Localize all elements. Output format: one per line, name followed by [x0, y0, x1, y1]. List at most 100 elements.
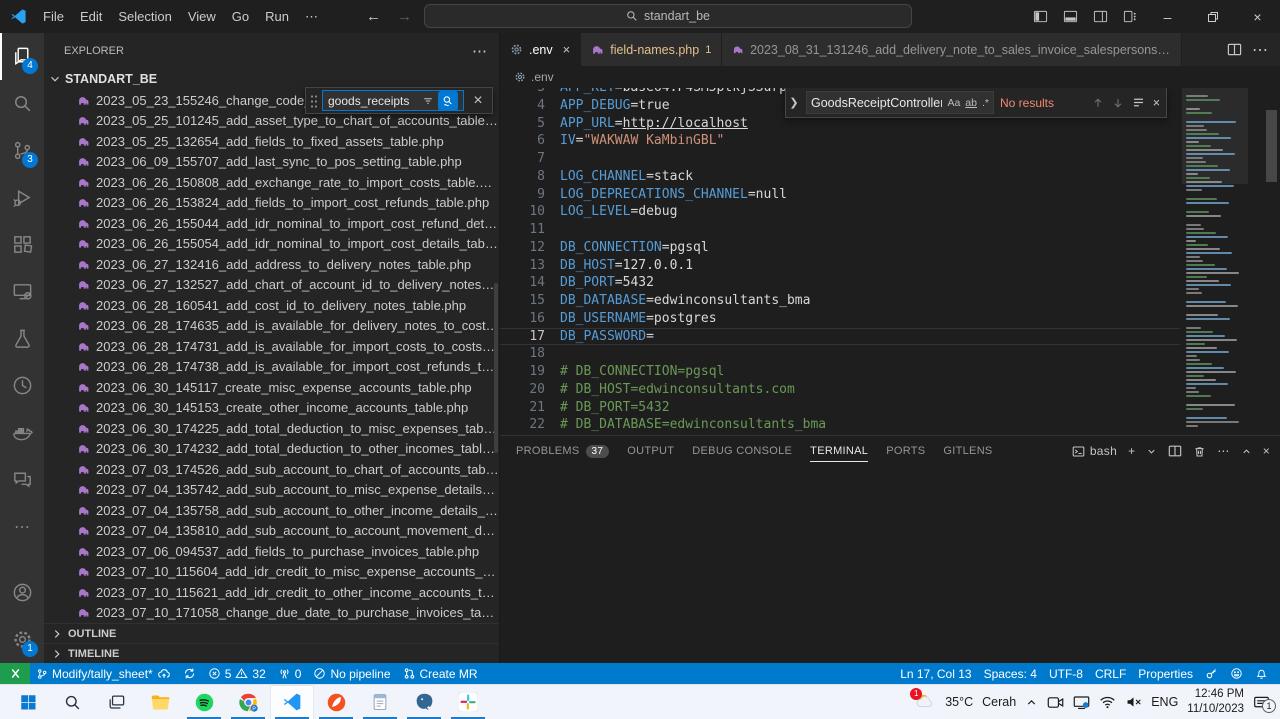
- activity-remote-explorer-icon[interactable]: [0, 268, 44, 315]
- eol-sequence[interactable]: CRLF: [1089, 663, 1132, 684]
- activity-source-control-icon[interactable]: 3: [0, 127, 44, 174]
- editor-pane[interactable]: 3 APP_KEY=base64:F4SM5ptkjSSurpJ 4 APP_D…: [500, 88, 1280, 435]
- language-mode[interactable]: Properties: [1132, 663, 1199, 684]
- nav-back-icon[interactable]: ←: [366, 8, 381, 25]
- file-row[interactable]: 2023_06_28_174635_add_is_available_for_d…: [44, 316, 499, 337]
- notepad-icon[interactable]: [358, 685, 402, 719]
- find-input[interactable]: GoodsReceiptController Aa ab .*: [806, 91, 994, 114]
- file-row[interactable]: 2023_07_04_135758_add_sub_account_to_oth…: [44, 500, 499, 521]
- whole-word-toggle[interactable]: ab: [965, 97, 977, 109]
- fuzzy-filter-toggle[interactable]: [438, 91, 458, 111]
- file-row[interactable]: 2023_06_28_174738_add_is_available_for_i…: [44, 357, 499, 378]
- find-close-icon[interactable]: ×: [1153, 96, 1160, 110]
- file-row[interactable]: 2023_06_26_155044_add_idr_nominal_to_imp…: [44, 213, 499, 234]
- minimap[interactable]: [1182, 88, 1248, 435]
- activity-gitlens-icon[interactable]: [0, 362, 44, 409]
- accounts-icon[interactable]: [0, 569, 44, 616]
- panel-tab-gitlens[interactable]: GITLENS: [943, 436, 992, 466]
- code-area[interactable]: 3 APP_KEY=base64:F4SM5ptkjSSurpJ 4 APP_D…: [500, 88, 1180, 435]
- weather-icon[interactable]: 1: [914, 692, 936, 712]
- system-clock[interactable]: 12:46 PM 11/10/2023: [1187, 687, 1244, 717]
- postgresql-icon[interactable]: [402, 685, 446, 719]
- panel-tab-output[interactable]: OUTPUT: [627, 436, 674, 466]
- encoding[interactable]: UTF-8: [1043, 663, 1089, 684]
- file-row[interactable]: 2023_07_04_135742_add_sub_account_to_mis…: [44, 480, 499, 501]
- pipeline-status[interactable]: No pipeline: [307, 663, 396, 684]
- meet-now-icon[interactable]: [1047, 695, 1064, 710]
- activity-testing-icon[interactable]: [0, 315, 44, 362]
- editor-more-actions-icon[interactable]: ⋯: [1252, 40, 1268, 60]
- file-row[interactable]: 2023_07_06_094537_add_fields_to_purchase…: [44, 541, 499, 562]
- wifi-icon[interactable]: [1099, 695, 1116, 709]
- panel-tab-debug-console[interactable]: DEBUG CONSOLE: [692, 436, 792, 466]
- timeline-section[interactable]: TIMELINE: [44, 643, 499, 663]
- menu-edit[interactable]: Edit: [72, 6, 110, 28]
- filter-close-icon[interactable]: ×: [468, 91, 488, 111]
- volume-muted-icon[interactable]: [1125, 695, 1142, 709]
- maximize-panel-icon[interactable]: [1241, 446, 1252, 457]
- notifications-bell-icon[interactable]: [1249, 663, 1274, 684]
- file-row[interactable]: 2023_06_30_145153_create_other_income_ac…: [44, 398, 499, 419]
- activity-docker-icon[interactable]: [0, 409, 44, 456]
- feedback-icon[interactable]: [1224, 663, 1249, 684]
- weather-label[interactable]: Cerah: [982, 695, 1016, 709]
- tab-migration-file[interactable]: 2023_08_31_131246_add_delivery_note_to_s…: [722, 33, 1182, 66]
- activity-explorer-icon[interactable]: 4: [0, 33, 44, 80]
- activity-run-debug-icon[interactable]: [0, 174, 44, 221]
- file-row[interactable]: 2023_06_30_145117_create_misc_expense_ac…: [44, 377, 499, 398]
- toggle-secondary-sidebar-icon[interactable]: [1085, 0, 1115, 33]
- file-row[interactable]: 2023_06_26_150808_add_exchange_rate_to_i…: [44, 172, 499, 193]
- terminal-dropdown-icon[interactable]: [1146, 446, 1157, 457]
- file-row[interactable]: 2023_06_30_174232_add_total_deduction_to…: [44, 439, 499, 460]
- minimize-button[interactable]: –: [1145, 0, 1190, 33]
- file-row[interactable]: 2023_06_27_132416_add_address_to_deliver…: [44, 254, 499, 275]
- restore-button[interactable]: [1190, 0, 1235, 33]
- key-icon[interactable]: [1199, 663, 1224, 684]
- drag-grip-icon[interactable]: [310, 94, 318, 108]
- task-view-icon[interactable]: [94, 685, 138, 719]
- panel-tab-terminal[interactable]: TERMINAL: [810, 436, 868, 466]
- file-row[interactable]: 2023_06_28_160541_add_cost_id_to_deliver…: [44, 295, 499, 316]
- editor-scrollbar[interactable]: [1266, 110, 1277, 182]
- settings-gear-icon[interactable]: 1: [0, 616, 44, 663]
- cursor-position[interactable]: Ln 17, Col 13: [894, 663, 977, 684]
- spotify-icon[interactable]: [182, 685, 226, 719]
- git-branch-indicator[interactable]: Modify/tally_sheet*: [30, 663, 177, 684]
- nav-forward-icon[interactable]: →: [397, 8, 412, 25]
- slack-icon[interactable]: [446, 685, 490, 719]
- feather-app-icon[interactable]: [314, 685, 358, 719]
- panel-tab-ports[interactable]: PORTS: [886, 436, 925, 466]
- find-next-icon[interactable]: [1112, 97, 1124, 109]
- kill-terminal-icon[interactable]: [1193, 445, 1206, 458]
- match-case-toggle[interactable]: Aa: [947, 97, 960, 109]
- panel-tab-problems[interactable]: PROBLEMS 37: [516, 436, 609, 466]
- ports-indicator[interactable]: 0: [272, 663, 308, 684]
- close-window-button[interactable]: ×: [1235, 0, 1280, 33]
- activity-more-icon[interactable]: ⋯: [0, 503, 44, 550]
- menu-view[interactable]: View: [180, 6, 224, 28]
- sync-changes-button[interactable]: [177, 663, 202, 684]
- explorer-more-actions-icon[interactable]: ⋯: [472, 42, 487, 60]
- file-row[interactable]: 2023_07_10_115621_add_idr_credit_to_othe…: [44, 582, 499, 603]
- file-row[interactable]: 2023_07_04_135810_add_sub_account_to_acc…: [44, 521, 499, 542]
- tree-filter-input[interactable]: goods_receipts: [322, 90, 464, 111]
- find-in-selection-icon[interactable]: [1132, 96, 1145, 109]
- tab-close-icon[interactable]: ×: [563, 42, 571, 57]
- activity-comments-icon[interactable]: [0, 456, 44, 503]
- regex-toggle[interactable]: .*: [982, 97, 989, 109]
- file-row[interactable]: 2023_06_30_174225_add_total_deduction_to…: [44, 418, 499, 439]
- file-row[interactable]: 2023_06_09_155707_add_last_sync_to_pos_s…: [44, 152, 499, 173]
- split-editor-icon[interactable]: [1227, 42, 1242, 57]
- terminal-shell-chip[interactable]: bash: [1072, 444, 1117, 458]
- file-row[interactable]: 2023_06_26_155054_add_idr_nominal_to_imp…: [44, 234, 499, 255]
- file-row[interactable]: 2023_05_25_132654_add_fields_to_fixed_as…: [44, 131, 499, 152]
- activity-extensions-icon[interactable]: [0, 221, 44, 268]
- file-row[interactable]: 2023_06_28_174731_add_is_available_for_i…: [44, 336, 499, 357]
- split-terminal-icon[interactable]: [1168, 444, 1182, 458]
- outline-section[interactable]: OUTLINE: [44, 623, 499, 643]
- file-explorer-icon[interactable]: [138, 685, 182, 719]
- sidebar-scrollbar[interactable]: [494, 283, 498, 453]
- file-row[interactable]: 2023_07_10_115604_add_idr_credit_to_misc…: [44, 562, 499, 583]
- toggle-sidebar-icon[interactable]: [1025, 0, 1055, 33]
- indentation[interactable]: Spaces: 4: [978, 663, 1043, 684]
